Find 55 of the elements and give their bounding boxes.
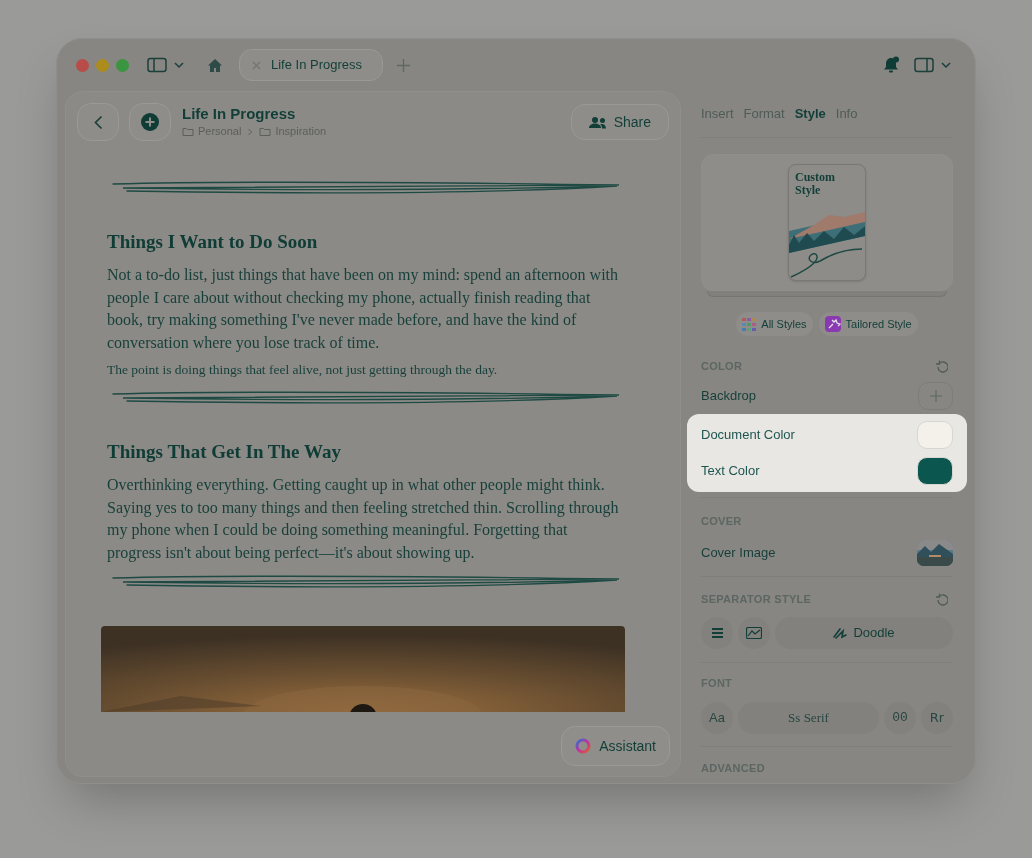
- style-thumbnail[interactable]: Custom Style: [788, 164, 866, 281]
- folder-icon: [182, 126, 194, 137]
- row-label: Text Color: [701, 462, 760, 481]
- inspector-tab[interactable]: Style: [794, 104, 826, 124]
- close-window-button[interactable]: [76, 58, 89, 72]
- lines-style-button[interactable]: [701, 617, 733, 649]
- chevron-left-icon: [93, 114, 103, 130]
- squiggle-icon: [833, 627, 848, 639]
- inspector-toggle-icon[interactable]: [914, 57, 954, 73]
- doodle-style-button[interactable]: Doodle: [775, 617, 953, 649]
- paragraph: Overthinking everything. Getting caught up in what other people might think. Saying yes to too many things and then feeling stretched thin. Scrolling through my phone when I could be doing something meaningful. Forgetting that progress isn't about being perfect—it's about showing up.: [107, 475, 619, 564]
- assistant-button[interactable]: Assistant: [561, 726, 670, 766]
- assistant-ring-icon: [575, 738, 592, 754]
- document-tab[interactable]: Life In Progress: [239, 49, 384, 81]
- paragraph: The point is doing things that feel alive, not just getting through the day.: [107, 361, 499, 379]
- row-label: Document Color: [701, 426, 795, 445]
- new-tab-icon[interactable]: [397, 58, 411, 72]
- font-option-button[interactable]: 00: [884, 702, 916, 734]
- inspector-tab[interactable]: Format: [743, 104, 785, 124]
- reset-icon[interactable]: [935, 359, 948, 373]
- home-icon[interactable]: [207, 57, 223, 73]
- sidebar-toggle-icon[interactable]: [147, 57, 185, 73]
- color-swatch[interactable]: [917, 457, 953, 485]
- add-backdrop-button[interactable]: [918, 382, 953, 410]
- row-label: Backdrop: [701, 387, 756, 406]
- document-title: Life In Progress: [182, 104, 297, 124]
- magic-wand-icon: [824, 316, 841, 332]
- people-icon: [588, 115, 606, 129]
- font-option-button[interactable]: Rr: [921, 702, 953, 734]
- inspector-tab[interactable]: Info: [835, 104, 858, 124]
- folder-icon: [259, 126, 272, 137]
- reset-icon[interactable]: [935, 592, 948, 606]
- all-styles-button[interactable]: All Styles: [736, 312, 813, 336]
- plus-icon: [929, 390, 942, 402]
- image-style-button[interactable]: [738, 617, 770, 649]
- add-button[interactable]: [129, 103, 171, 141]
- palette-grid-icon: [742, 317, 757, 331]
- section-heading: Things That Get In The Way: [107, 440, 342, 464]
- share-button[interactable]: Share: [570, 104, 669, 140]
- chevron-right-icon: [247, 127, 254, 136]
- lines-icon: [711, 628, 723, 638]
- color-swatch[interactable]: [917, 421, 953, 449]
- font-option-button[interactable]: Aa: [701, 702, 733, 734]
- thumbnail-title: Custom Style: [794, 169, 836, 197]
- section-heading: Things I Want to Do Soon: [107, 230, 319, 254]
- image-icon: [746, 627, 762, 639]
- tailored-style-button[interactable]: Tailored Style: [818, 312, 918, 336]
- paragraph: Not a to-do list, just things that have been on my mind: spend an afternoon with people I care about without checking my phone, actually finish reading that book, try making something I've never made before, and have the kind of conversation where you lose track of time.: [107, 265, 619, 354]
- plus-circle-icon: [141, 113, 159, 131]
- row-label: Cover Image: [701, 544, 776, 563]
- back-button[interactable]: [77, 103, 119, 141]
- inspector-tab[interactable]: Insert: [701, 104, 734, 124]
- notification-bell-icon[interactable]: [882, 56, 900, 74]
- font-option-button[interactable]: Ss Serif: [738, 702, 879, 734]
- close-tab-icon[interactable]: [252, 60, 261, 70]
